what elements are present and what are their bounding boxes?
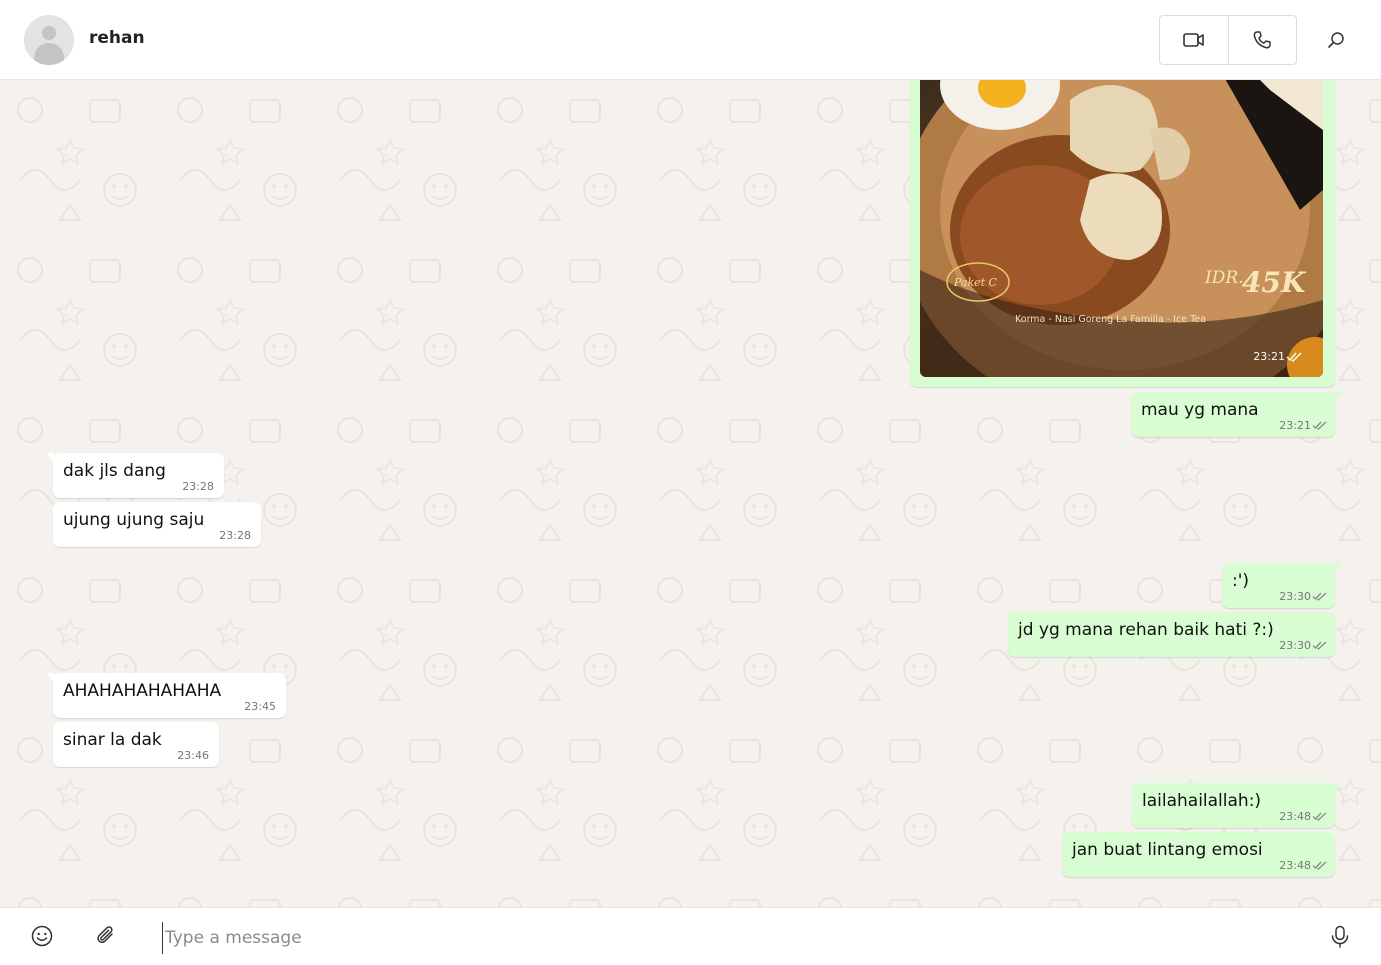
message-bubble-outgoing[interactable]: :') 23:30 xyxy=(1222,563,1342,608)
voice-call-button[interactable] xyxy=(1227,16,1297,64)
phone-icon xyxy=(1253,31,1271,49)
message-text: lailahailallah:) xyxy=(1142,791,1262,811)
message-time: 23:28 xyxy=(182,480,214,493)
message-bubble-incoming[interactable]: sinar la dak 23:46 xyxy=(53,722,219,767)
message-text: ujung ujung saju xyxy=(63,510,205,530)
bubble-tail xyxy=(1334,563,1342,573)
message-bubble-incoming[interactable]: ujung ujung saju 23:28 xyxy=(53,502,261,547)
price-label: 45K xyxy=(1242,266,1307,299)
emoji-icon[interactable] xyxy=(31,925,53,947)
video-camera-icon xyxy=(1182,33,1204,47)
video-call-button[interactable] xyxy=(1160,16,1228,64)
message-bubble-outgoing[interactable]: jd yg mana rehan baik hati ?:) 23:30 xyxy=(1008,612,1335,657)
message-time: 23:45 xyxy=(244,700,276,713)
chat-area[interactable]: Paket C IDR. 45K Korma - Nasi Goreng La … xyxy=(0,80,1381,907)
search-button[interactable] xyxy=(1320,24,1352,56)
badge-text: Paket C xyxy=(953,276,998,289)
message-text: mau yg mana xyxy=(1141,400,1259,420)
paperclip-icon[interactable] xyxy=(95,925,117,947)
message-input[interactable] xyxy=(162,922,1287,954)
read-ticks-icon xyxy=(1312,861,1327,870)
message-bubble-outgoing[interactable]: lailahailallah:) 23:48 xyxy=(1132,783,1342,828)
message-time: 23:28 xyxy=(219,529,251,542)
message-text: AHAHAHAHAHAHA xyxy=(63,681,222,701)
message-bubble-outgoing[interactable]: mau yg mana 23:21 xyxy=(1131,392,1342,437)
bubble-tail xyxy=(1334,392,1342,402)
menu-caption: Korma - Nasi Goreng La Familia - Ice Tea xyxy=(1015,314,1206,325)
search-icon xyxy=(1328,32,1344,48)
read-ticks-icon xyxy=(1312,421,1327,430)
avatar-head-shape xyxy=(42,26,56,40)
microphone-icon[interactable] xyxy=(1329,925,1351,949)
read-ticks-icon xyxy=(1312,592,1327,601)
chat-header: rehan xyxy=(0,0,1381,80)
message-bubble-outgoing[interactable]: jan buat lintang emosi 23:48 xyxy=(1062,832,1335,877)
message-time: 23:30 xyxy=(1279,590,1311,603)
food-photo-illustration: Paket C IDR. 45K Korma - Nasi Goreng La … xyxy=(920,80,1323,377)
message-time: 23:30 xyxy=(1279,639,1311,652)
message-bubble-incoming[interactable]: dak jls dang 23:28 xyxy=(46,453,224,498)
message-composer xyxy=(0,907,1381,965)
message-text: jan buat lintang emosi xyxy=(1072,840,1263,860)
price-prefix: IDR. xyxy=(1204,268,1244,288)
message-time: 23:46 xyxy=(177,749,209,762)
message-text: sinar la dak xyxy=(63,730,162,750)
message-text: dak jls dang xyxy=(63,461,166,481)
message-text: jd yg mana rehan baik hati ?:) xyxy=(1018,620,1274,640)
bubble-tail xyxy=(46,673,54,683)
read-ticks-icon xyxy=(1312,641,1327,650)
message-time: 23:48 xyxy=(1279,859,1311,872)
read-ticks-icon xyxy=(1312,812,1327,821)
message-time: 23:21 xyxy=(1253,350,1285,363)
contact-avatar[interactable] xyxy=(24,15,74,65)
food-photo[interactable]: Paket C IDR. 45K Korma - Nasi Goreng La … xyxy=(920,80,1323,377)
read-ticks-icon xyxy=(1286,352,1302,362)
contact-name[interactable]: rehan xyxy=(89,28,145,48)
image-message[interactable]: Paket C IDR. 45K Korma - Nasi Goreng La … xyxy=(910,80,1335,387)
bubble-tail xyxy=(1334,783,1342,793)
message-text: :') xyxy=(1232,571,1250,591)
message-bubble-incoming[interactable]: AHAHAHAHAHAHA 23:45 xyxy=(46,673,286,718)
bubble-tail xyxy=(46,453,54,463)
message-time: 23:21 xyxy=(1279,419,1311,432)
call-button-group xyxy=(1159,15,1297,65)
avatar-body-shape xyxy=(34,43,64,65)
message-time: 23:48 xyxy=(1279,810,1311,823)
